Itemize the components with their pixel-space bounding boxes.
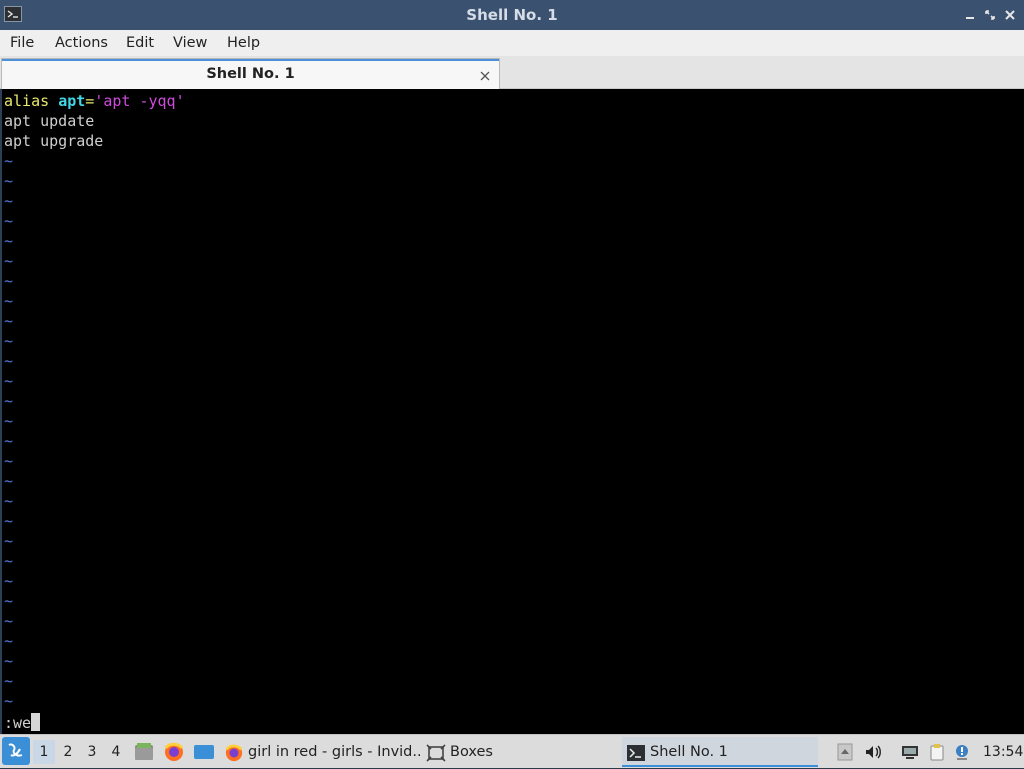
task-label: girl in red - girls - Invid... bbox=[248, 744, 420, 760]
empty-line-marker: ~ bbox=[4, 632, 14, 650]
terminal-icon bbox=[626, 743, 646, 761]
notification-icon[interactable] bbox=[953, 743, 971, 761]
task-boxes[interactable]: Boxes bbox=[426, 737, 506, 767]
tab-bar: Shell No. 1 bbox=[0, 56, 1024, 89]
task-label: Shell No. 1 bbox=[650, 744, 728, 760]
tab-label: Shell No. 1 bbox=[206, 66, 295, 82]
menu-file[interactable]: File bbox=[10, 30, 34, 56]
empty-line-marker: ~ bbox=[4, 512, 14, 530]
workspace-2[interactable]: 2 bbox=[57, 740, 79, 764]
maximize-icon[interactable] bbox=[982, 7, 998, 23]
empty-line-marker: ~ bbox=[4, 252, 14, 270]
buffer-line: alias apt='apt -yqq' bbox=[4, 91, 185, 111]
empty-line-marker: ~ bbox=[4, 372, 14, 390]
empty-line-marker: ~ bbox=[4, 152, 14, 170]
desktop-icon[interactable] bbox=[193, 742, 215, 762]
window-titlebar[interactable]: Shell No. 1 bbox=[0, 0, 1024, 30]
empty-line-marker: ~ bbox=[4, 592, 14, 610]
empty-line-marker: ~ bbox=[4, 392, 14, 410]
volume-icon[interactable] bbox=[864, 743, 882, 761]
empty-line-marker: ~ bbox=[4, 652, 14, 670]
empty-line-marker: ~ bbox=[4, 352, 14, 370]
empty-line-marker: ~ bbox=[4, 432, 14, 450]
empty-line-marker: ~ bbox=[4, 332, 14, 350]
vim-command-line[interactable]: :we bbox=[4, 713, 41, 733]
empty-line-marker: ~ bbox=[4, 232, 14, 250]
terminal-area[interactable]: alias apt='apt -yqq' apt update apt upgrad… bbox=[0, 89, 1024, 734]
empty-line-marker: ~ bbox=[4, 492, 14, 510]
text-cursor bbox=[31, 713, 41, 731]
buffer-text: = bbox=[85, 92, 95, 110]
menu-view[interactable]: View bbox=[173, 30, 207, 56]
firefox-icon[interactable] bbox=[163, 742, 185, 762]
file-manager-icon[interactable] bbox=[133, 742, 155, 762]
firefox-icon bbox=[224, 743, 244, 762]
empty-line-marker: ~ bbox=[4, 572, 14, 590]
workspace-1[interactable]: 1 bbox=[33, 740, 55, 764]
buffer-text: apt upgrade bbox=[4, 132, 104, 150]
clipboard-icon[interactable] bbox=[928, 743, 946, 761]
workspace-4[interactable]: 4 bbox=[105, 740, 127, 764]
minimize-icon[interactable] bbox=[962, 7, 978, 23]
task-label: Boxes bbox=[450, 744, 493, 760]
menu-edit[interactable]: Edit bbox=[126, 30, 154, 56]
empty-line-marker: ~ bbox=[4, 532, 14, 550]
task-shell[interactable]: Shell No. 1 bbox=[622, 737, 818, 767]
buffer-text: apt update bbox=[4, 112, 95, 130]
boxes-icon bbox=[426, 743, 446, 762]
empty-line-marker: ~ bbox=[4, 412, 14, 430]
menu-help[interactable]: Help bbox=[227, 30, 260, 56]
empty-line-marker: ~ bbox=[4, 192, 14, 210]
taskbar: 1 2 3 4 girl in red - girls - Invid... B… bbox=[0, 734, 1024, 768]
clock: 13:54 bbox=[983, 744, 1024, 760]
close-icon[interactable] bbox=[1002, 7, 1018, 23]
empty-line-marker: ~ bbox=[4, 472, 14, 490]
tray-arrow-icon[interactable] bbox=[836, 743, 854, 761]
empty-line-marker: ~ bbox=[4, 692, 14, 710]
buffer-line: apt update bbox=[4, 111, 94, 131]
buffer-text: alias bbox=[4, 92, 59, 110]
menu-actions[interactable]: Actions bbox=[55, 30, 108, 56]
empty-line-marker: ~ bbox=[4, 172, 14, 190]
empty-line-marker: ~ bbox=[4, 452, 14, 470]
empty-line-marker: ~ bbox=[4, 212, 14, 230]
empty-line-marker: ~ bbox=[4, 672, 14, 690]
buffer-text: 'apt -yqq' bbox=[94, 92, 185, 110]
task-firefox[interactable]: girl in red - girls - Invid... bbox=[224, 737, 420, 767]
workspace-3[interactable]: 3 bbox=[81, 740, 103, 764]
network-icon[interactable] bbox=[901, 743, 919, 761]
window-title: Shell No. 1 bbox=[466, 6, 558, 24]
menu-bar: File Actions Edit View Help bbox=[0, 30, 1024, 56]
empty-line-marker: ~ bbox=[4, 272, 14, 290]
empty-line-marker: ~ bbox=[4, 552, 14, 570]
empty-line-marker: ~ bbox=[4, 612, 14, 630]
empty-line-marker: ~ bbox=[4, 312, 14, 330]
command-text: :we bbox=[4, 714, 32, 732]
buffer-line: apt upgrade bbox=[4, 131, 103, 151]
tab-shell-1[interactable]: Shell No. 1 bbox=[1, 58, 500, 89]
buffer-text: apt bbox=[58, 92, 86, 110]
start-menu-icon[interactable] bbox=[2, 737, 30, 765]
empty-line-marker: ~ bbox=[4, 292, 14, 310]
tab-close-icon[interactable] bbox=[479, 67, 491, 81]
